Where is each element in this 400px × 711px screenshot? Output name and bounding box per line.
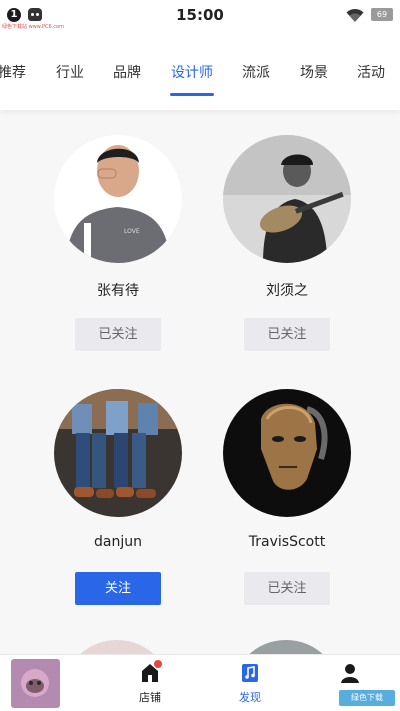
active-tab-indicator (170, 93, 214, 96)
tab-recommend[interactable]: 推荐 (0, 62, 26, 82)
svg-text:LOVE: LOVE (124, 228, 140, 235)
wifi-icon (346, 8, 364, 22)
battery-icon: 69 (371, 8, 393, 21)
avatar[interactable]: LOVE (54, 135, 182, 263)
tab-industry[interactable]: 行业 (56, 62, 84, 82)
tab-brand[interactable]: 品牌 (113, 62, 141, 82)
user-icon (341, 664, 359, 683)
category-tabs: 推荐 行业 品牌 设计师 流派 场景 活动 (0, 30, 400, 110)
watermark-logo: 绿色下载 (339, 690, 395, 706)
designer-name: 刘须之 (266, 283, 308, 299)
nav-profile[interactable] (320, 663, 380, 687)
avatar[interactable] (54, 389, 182, 517)
follow-button[interactable]: 已关注 (75, 318, 161, 351)
avatar[interactable] (223, 135, 351, 263)
discover-icon (242, 664, 258, 682)
nav-label: 发现 (239, 691, 261, 704)
tab-activity[interactable]: 活动 (357, 62, 385, 82)
now-playing-thumbnail[interactable] (11, 659, 60, 708)
status-bar: 1 绿色下载站 www.PC6.com 15:00 69 (0, 0, 400, 30)
designer-name: TravisScott (248, 534, 326, 550)
follow-button[interactable]: 已关注 (244, 318, 330, 351)
follow-button[interactable]: 关注 (75, 572, 161, 605)
tab-genre[interactable]: 流派 (242, 62, 270, 82)
avatar[interactable] (223, 389, 351, 517)
watermark-text: 绿色下载站 www.PC6.com (2, 24, 64, 30)
designer-name: 张有待 (97, 283, 139, 299)
nav-label: 店铺 (139, 691, 161, 704)
nav-shop[interactable]: 店铺 (120, 660, 180, 705)
notification-dot (154, 660, 162, 668)
status-time: 15:00 (176, 6, 224, 24)
tab-scene[interactable]: 场景 (300, 62, 328, 82)
follow-button[interactable]: 已关注 (244, 572, 330, 605)
tab-designer[interactable]: 设计师 (171, 62, 213, 82)
nav-discover[interactable]: 发现 (220, 663, 280, 705)
designer-name: danjun (94, 534, 142, 550)
